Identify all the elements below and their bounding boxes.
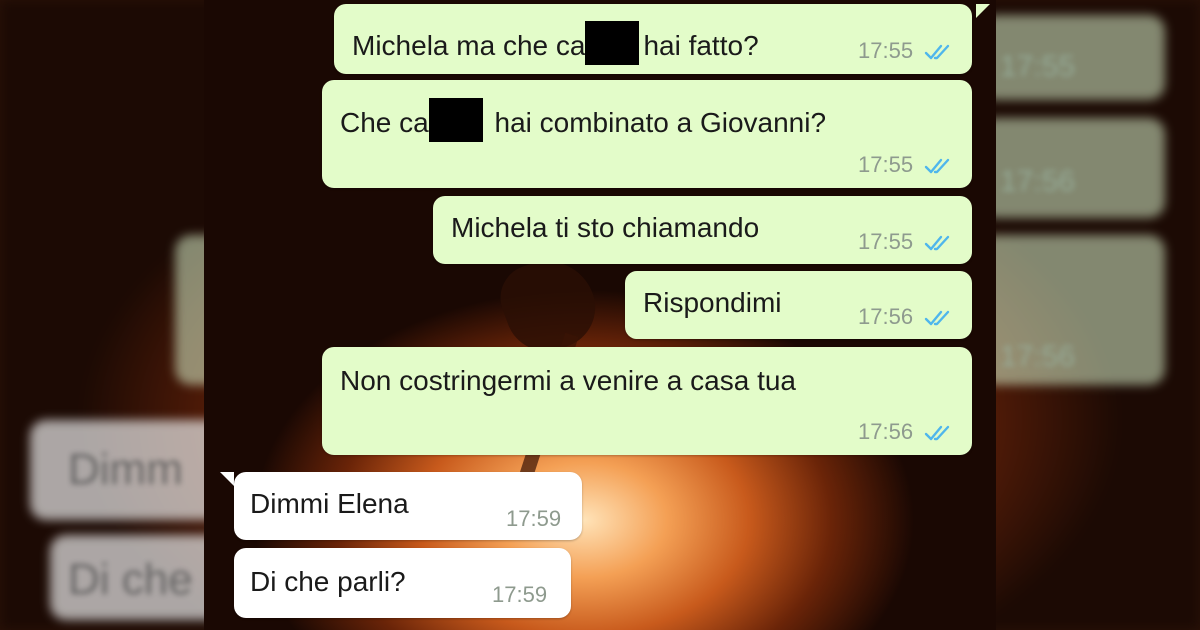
outgoing-message-bubble[interactable]: Michela ti sto chiamando 17:55 (433, 196, 972, 264)
message-timestamp: 17:56 (858, 304, 914, 329)
chat-conversation: Michela ma che ca hai fatto? 17:55 Che ca… (204, 0, 996, 630)
message-text: Di che parli? (250, 566, 406, 597)
message-timestamp: 17:55 (858, 229, 914, 254)
incoming-message-bubble[interactable]: Di che parli? 17:59 (234, 548, 571, 618)
message-timestamp: 17:55 (858, 38, 914, 63)
message-text: Dimmi Elena (250, 488, 409, 519)
bubble-tail (220, 472, 234, 486)
outgoing-message-bubble[interactable]: Michela ma che ca hai fatto? 17:55 (334, 4, 972, 74)
blurred-timestamp: 17:56 (1000, 165, 1076, 198)
message-text-part: hai fatto? (643, 30, 759, 61)
message-text: Non costringermi a venire a casa tua (340, 365, 796, 396)
outgoing-message-bubble[interactable]: Che ca hai combinato a Giovanni? 17:55 (322, 80, 972, 188)
outgoing-message-bubble[interactable]: Rispondimi 17:56 (625, 271, 972, 339)
message-timestamp: 17:59 (492, 582, 548, 607)
message-text-part: Michela ma che ca (352, 30, 586, 61)
bubble-tail (976, 4, 990, 18)
outgoing-message-bubble[interactable]: Non costringermi a venire a casa tua 17:… (322, 347, 972, 455)
message-timestamp: 17:55 (858, 152, 914, 177)
blurred-text-fragment: Dimm (68, 445, 183, 494)
double-check-read-icon (924, 310, 950, 326)
message-text: Michela ti sto chiamando (451, 212, 760, 243)
blurred-timestamp: 17:56 (1000, 340, 1076, 373)
censor-block (428, 98, 483, 142)
message-text-part: hai combinato a Giovanni? (486, 107, 827, 138)
message-text: Michela ma che ca hai fatto? (352, 21, 759, 65)
double-check-read-icon (924, 44, 950, 60)
double-check-read-icon (924, 235, 950, 251)
message-text: Che ca hai combinato a Giovanni? (340, 98, 826, 142)
incoming-message-bubble[interactable]: Dimmi Elena 17:59 (234, 472, 582, 540)
blurred-text-fragment: Di che (68, 555, 193, 604)
message-timestamp: 17:56 (858, 419, 914, 444)
double-check-read-icon (924, 425, 950, 441)
message-timestamp: 17:59 (506, 506, 562, 531)
message-text-part: Che ca (340, 107, 429, 138)
blurred-timestamp: 17:55 (1000, 50, 1076, 83)
censor-block (585, 21, 640, 65)
message-text: Rispondimi (643, 287, 782, 318)
double-check-read-icon (924, 158, 950, 174)
